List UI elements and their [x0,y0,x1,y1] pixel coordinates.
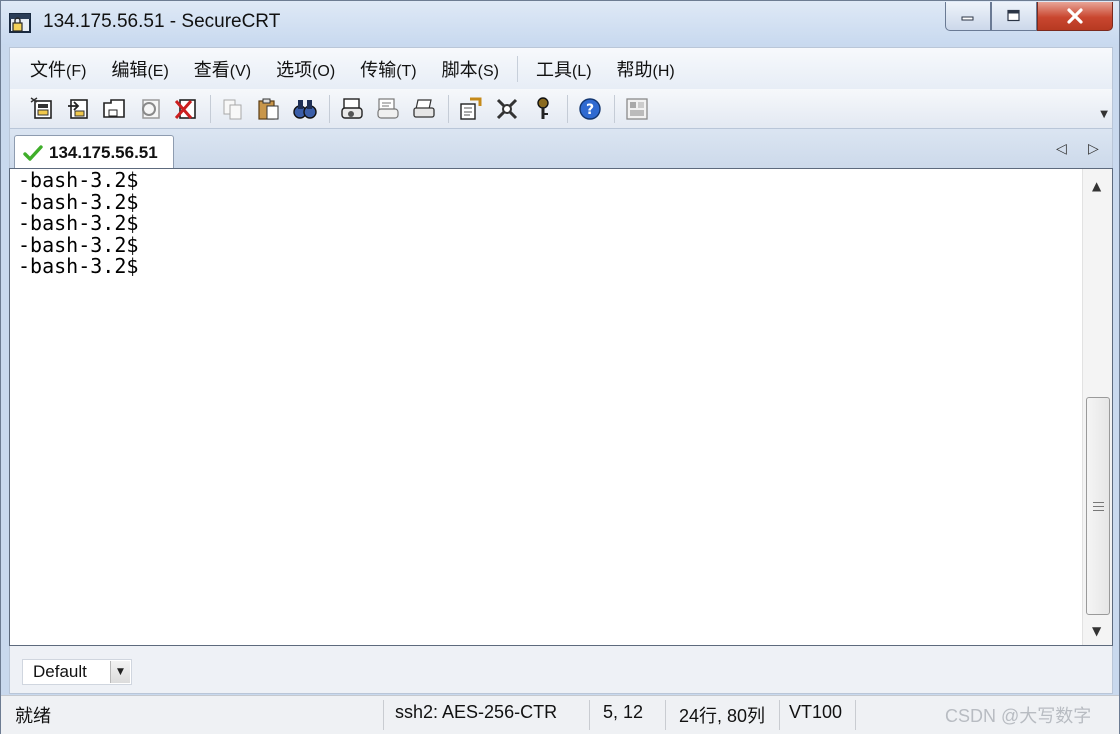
print-selection-button[interactable] [374,95,402,123]
help-button[interactable]: ? [576,95,604,123]
global-options-button[interactable] [493,95,521,123]
quick-connect-button[interactable] [64,95,92,123]
print-setup-button[interactable] [338,95,366,123]
menu-bar: 文件(F) 编辑(E) 查看(V) 选项(O) 传输(T) 脚本(S) 工具(L… [9,47,1113,89]
key-button[interactable] [529,95,557,123]
minimize-button[interactable] [945,2,991,31]
keymap-button[interactable] [623,95,651,123]
tab-scroll-right-icon[interactable]: ▷ [1088,141,1099,157]
paste-icon [258,98,279,120]
scroll-up-icon[interactable]: ▲ [1092,179,1101,193]
status-bar: 就绪 ssh2: AES-256-CTR 5, 12 24行, 80列 VT10… [1,695,1119,734]
status-terminal-type: VT100 [789,702,843,722]
connect-in-tab-button[interactable] [100,95,128,123]
toolbar-separator [614,94,615,123]
menu-help[interactable]: 帮助(H) [617,56,675,82]
print-icon [413,98,435,118]
session-options-button[interactable] [457,95,485,123]
chevron-down-icon[interactable]: ▼ [110,661,130,683]
button-bar-selected: Default [33,662,87,681]
svg-text:?: ? [586,102,594,118]
find-icon [293,99,317,119]
connect-icon [30,96,52,119]
menu-view[interactable]: 查看(V) [194,56,251,82]
status-divider [779,700,780,730]
toolbar-separator [329,94,330,123]
vertical-scrollbar[interactable]: ▲ ▼ [1082,169,1112,645]
terminal-line: -bash-3.2$ [18,211,139,236]
status-cursor-position: 5, 12 [603,702,644,722]
toolbar-separator [567,94,568,123]
toolbar-separator [210,94,211,123]
help-icon: ? [579,97,601,120]
session-tab-label: 134.175.56.51 [49,142,158,162]
toolbar-separator [448,94,449,123]
global-options-icon [496,98,518,119]
close-button[interactable] [1037,2,1113,31]
button-bar: Default ▼ [9,646,1113,694]
key-icon [537,96,549,119]
maximize-button[interactable] [991,2,1037,31]
menu-transfer[interactable]: 传输(T) [360,56,416,82]
terminal-line: -bash-3.2$ [18,168,139,192]
tab-strip: 134.175.56.51 ◁ ▷ [9,129,1113,169]
keymap-icon [626,97,648,120]
scroll-down-icon[interactable]: ▼ [1092,624,1101,638]
tab-scroll-left-icon[interactable]: ◁ [1056,141,1067,157]
terminal-line: -bash-3.2$ [18,232,139,257]
window-title: 134.175.56.51 - SecureCRT [43,11,281,32]
menu-edit[interactable]: 编辑(E) [111,56,168,82]
maximize-icon [1007,9,1020,22]
title-bar[interactable]: 134.175.56.51 - SecureCRT [1,1,1119,45]
menu-separator [516,55,518,82]
session-tab[interactable]: 134.175.56.51 [14,135,174,169]
terminal-screen[interactable]: -bash-3.2$ -bash-3.2$ -bash-3.2$ -bash-3… [9,168,1113,646]
status-divider [383,700,384,730]
connect-in-tab-icon [103,98,125,118]
paste-button[interactable] [255,95,283,123]
status-divider [589,700,590,730]
securecrt-app-icon [9,13,31,33]
print-button[interactable] [410,95,438,123]
toolbar: ? ▼ [9,89,1113,129]
disconnect-button[interactable] [172,95,200,123]
menu-options[interactable]: 选项(O) [276,56,335,82]
terminal-line: -bash-3.2$ [18,254,139,279]
watermark-text: CSDN @大写数字 [945,706,1092,726]
connected-check-icon [23,144,43,161]
status-divider [855,700,856,730]
securecrt-window: 134.175.56.51 - SecureCRT 文件(F) 编辑(E) 查看… [0,0,1120,734]
scrollbar-thumb[interactable] [1086,397,1110,615]
terminal-line: -bash-3.2$ [18,189,139,214]
copy-icon [223,99,242,119]
quick-connect-icon [68,98,88,119]
button-bar-select[interactable]: Default ▼ [22,659,132,685]
copy-button[interactable] [219,95,247,123]
status-ready: 就绪 [15,706,51,726]
status-terminal-size: 24行, 80列 [679,706,766,726]
reconnect-button[interactable] [136,95,164,123]
session-options-icon [460,97,482,120]
minimize-icon [961,16,974,21]
status-divider [665,700,666,730]
reconnect-icon [142,98,160,119]
scrollbar-grip-icon [1093,502,1104,511]
menu-tools[interactable]: 工具(L) [536,56,592,82]
close-icon [1067,8,1083,24]
print-setup-icon [341,97,363,119]
menu-file[interactable]: 文件(F) [30,56,86,82]
status-cipher: ssh2: AES-256-CTR [395,702,558,722]
toolbar-overflow-icon[interactable]: ▼ [1100,109,1108,120]
disconnect-icon [174,98,196,119]
connect-button[interactable] [28,95,56,123]
menu-script[interactable]: 脚本(S) [442,56,499,82]
find-button[interactable] [291,95,319,123]
print-selection-icon [377,97,399,119]
terminal-output: -bash-3.2$ -bash-3.2$ -bash-3.2$ -bash-3… [18,168,139,279]
